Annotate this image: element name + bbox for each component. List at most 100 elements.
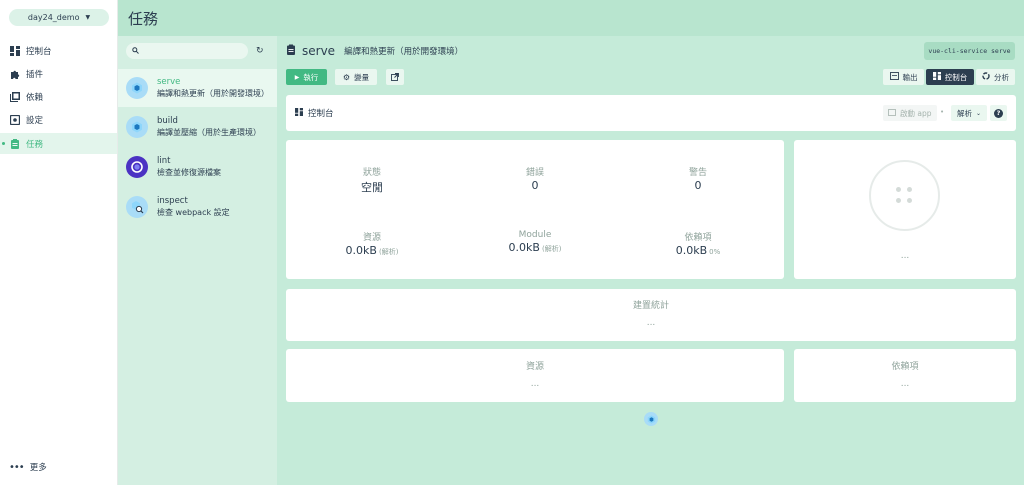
open-external-button[interactable] [386, 69, 404, 85]
play-icon: ▶ [294, 73, 300, 81]
stat-value: 0.0kB (解析) [312, 244, 432, 257]
stat-modules: Module 0.0kB (解析) [475, 230, 595, 254]
help-icon: ? [994, 108, 1003, 118]
project-selector[interactable]: day24_demo ▼ [9, 9, 109, 26]
parse-label: 解析 [957, 108, 972, 118]
chevron-down-icon: ⌄ [976, 109, 982, 117]
task-description: 編譯和熱更新（用於開發環境） [157, 89, 269, 98]
dashboard-tab-label: 控制台 [944, 72, 968, 82]
dashboard-toolbar: 控制台 啟動 app • 解析 ⌄ ? [286, 95, 1016, 131]
task-name: serve [157, 77, 181, 87]
refresh-icon[interactable]: ↻ [256, 46, 264, 56]
task-name: lint [157, 156, 171, 166]
search-box: ↻ [126, 43, 266, 59]
variables-label: 變量 [354, 72, 370, 82]
stat-label: 狀態 [362, 168, 381, 178]
task-detail: serve 編譯和熱更新（用於開發環境） vue-cli-service ser… [277, 36, 1024, 485]
puzzle-icon [9, 68, 20, 79]
open-app-button[interactable]: 啟動 app [883, 105, 937, 121]
terminal-icon [889, 72, 899, 82]
project-name: day24_demo [27, 13, 80, 22]
more-label: 更多 [29, 463, 47, 473]
nav-item-label: 設定 [26, 115, 44, 126]
parse-mode-select[interactable]: 解析 ⌄ [951, 105, 988, 121]
left-nav: day24_demo ▼ 控制台 插件 依賴 設定 任務 ••• 更多 [0, 0, 118, 485]
build-stats-value: ... [646, 318, 656, 328]
analyze-label: 分析 [994, 72, 1009, 82]
more-button[interactable]: ••• 更多 [9, 461, 47, 474]
run-label: 執行 [303, 72, 319, 82]
stat-dependencies: 依賴項 0.0kB 0% [638, 230, 758, 257]
stat-label: 依賴項 [684, 233, 712, 243]
eslint-icon [126, 156, 148, 178]
task-title-description: 編譯和熱更新（用於開發環境） [344, 47, 464, 57]
build-stats-title: 建置統計 [632, 301, 669, 311]
dependencies-value: ... [900, 379, 910, 389]
stat-value-sub: 0% [709, 248, 721, 256]
nav-item-tasks[interactable]: 任務 [0, 133, 117, 154]
clipboard-icon [286, 44, 296, 58]
task-name: inspect [157, 196, 188, 206]
open-app-label: 啟動 app [900, 108, 932, 118]
build-stats-panel: 建置統計 ... [286, 289, 1016, 341]
stat-value: 0.0kB (解析) [475, 241, 595, 254]
nav-item-label: 任務 [26, 139, 44, 150]
task-title: serve [302, 44, 336, 58]
nav-item-plugins[interactable]: 插件 [0, 63, 117, 84]
stat-label: 資源 [362, 233, 381, 243]
task-list: ↻ serve 編譯和熱更新（用於開發環境） build 編譯並壓縮（用於生產環… [118, 36, 277, 485]
task-item-serve[interactable]: serve 編譯和熱更新（用於開發環境） [118, 69, 277, 107]
stat-warnings: 警告 0 [638, 165, 758, 192]
stat-value: 空閒 [361, 181, 383, 194]
loading-dots-icon [894, 185, 915, 206]
assets-panel: 資源 ... [286, 349, 784, 402]
analyze-tab[interactable]: 分析 [976, 69, 1015, 85]
gear-icon: ⚙ [342, 72, 351, 82]
library-icon [9, 91, 20, 102]
run-button[interactable]: ▶ 執行 [286, 69, 327, 85]
nav-item-label: 控制台 [26, 46, 52, 57]
page-header: 任務 [118, 0, 1024, 36]
stat-value-number: 0.0kB [345, 244, 377, 257]
chevron-down-icon: ▼ [85, 14, 91, 21]
page-title: 任務 [128, 9, 159, 28]
stat-label: Module [518, 230, 552, 240]
separator-dot: • [940, 108, 945, 116]
assets-value: ... [530, 379, 540, 389]
stat-value-sub: (解析) [541, 245, 562, 253]
output-label: 輸出 [902, 72, 918, 82]
stats-panel: 狀態 空閒 錯誤 0 警告 0 資源 0.0kB (解析) Module 0.0k… [286, 140, 784, 279]
nav-item-label: 依賴 [26, 92, 44, 103]
search-input[interactable] [126, 43, 248, 59]
nav-item-dependencies[interactable]: 依賴 [0, 86, 117, 107]
external-link-icon [391, 73, 399, 81]
task-item-inspect[interactable]: inspect 檢查 webpack 設定 [118, 188, 277, 226]
task-description: 編譯並壓縮（用於生產環境） [157, 128, 261, 137]
nav-item-settings[interactable]: 設定 [0, 109, 117, 130]
task-item-build[interactable]: build 編譯並壓縮（用於生產環境） [118, 108, 277, 146]
task-item-lint[interactable]: lint 檢查並修復源檔案 [118, 148, 277, 186]
webpack-logo-icon [644, 412, 658, 426]
task-description: 檢查並修復源檔案 [157, 168, 221, 177]
dependencies-title: 依賴項 [891, 362, 919, 372]
progress-status: ... [900, 251, 910, 261]
dashboard-tab[interactable]: 控制台 [926, 69, 974, 85]
dashboard-icon [295, 107, 303, 119]
variables-button[interactable]: ⚙ 變量 [335, 69, 377, 85]
stat-errors: 錯誤 0 [475, 165, 595, 192]
nav-item-dashboard[interactable]: 控制台 [0, 40, 117, 61]
output-tab[interactable]: 輸出 [883, 69, 924, 85]
inspect-icon [126, 196, 148, 218]
stat-value: 0.0kB 0% [638, 244, 758, 257]
dashboard-icon [932, 72, 941, 82]
dashboard-heading: 控制台 [295, 107, 334, 119]
dependencies-panel: 依賴項 ... [794, 349, 1016, 402]
help-button[interactable]: ? [990, 105, 1007, 121]
open-app-icon [888, 108, 896, 118]
stat-value: 0 [531, 179, 539, 192]
stat-label: 警告 [688, 168, 707, 178]
assets-title: 資源 [525, 362, 544, 372]
nav-item-label: 插件 [26, 69, 44, 80]
stat-status: 狀態 空閒 [312, 165, 432, 195]
stat-value-sub: (解析) [378, 248, 399, 256]
